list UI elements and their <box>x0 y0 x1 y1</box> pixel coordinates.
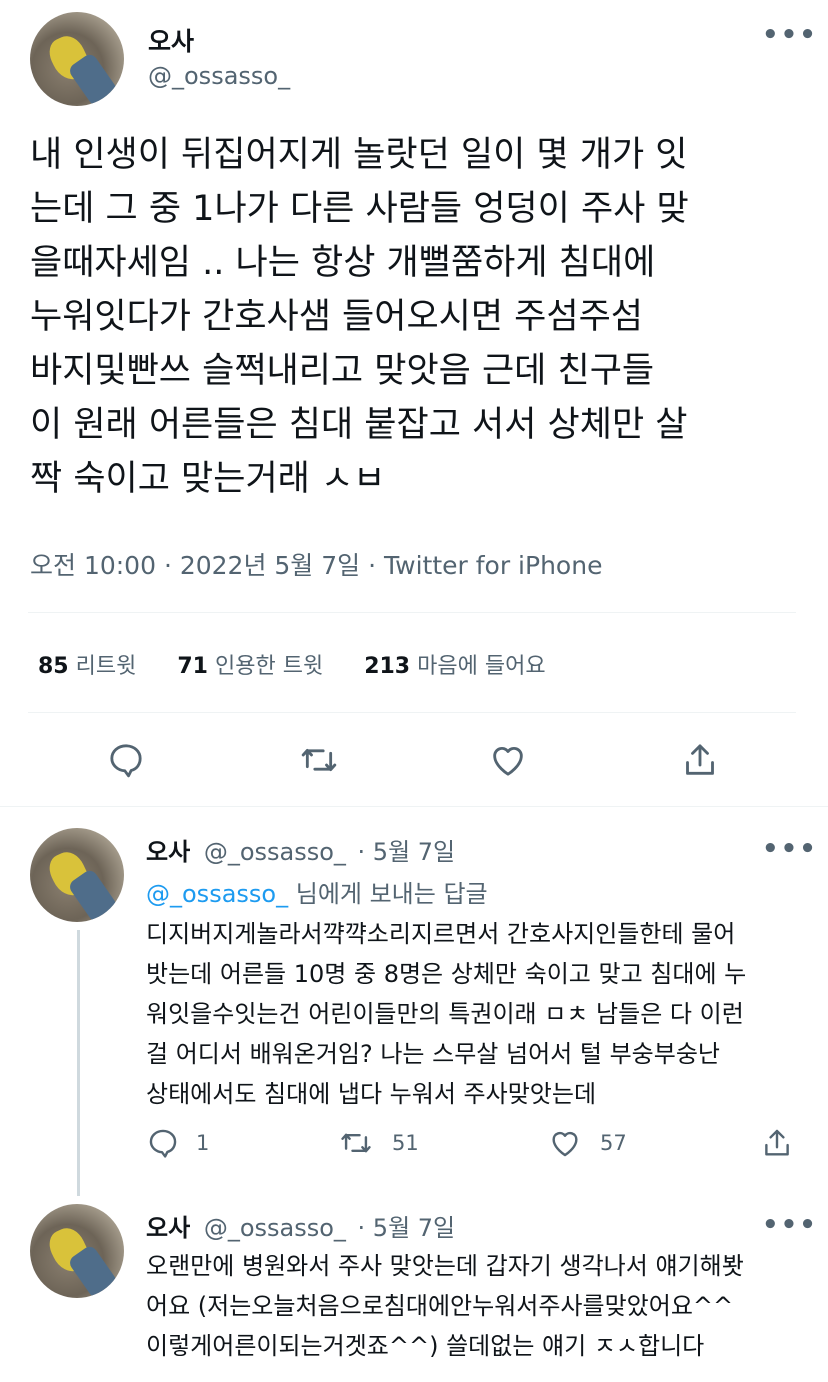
tweet-text: 내 인생이 뒤집어지게 놀랏던 일이 몇 개가 잇 는데 그 중 1나가 다른 … <box>30 128 689 506</box>
likes-count: 213 <box>364 654 411 679</box>
replying-to-handle[interactable]: @_ossasso_ <box>146 880 288 908</box>
divider <box>28 612 796 613</box>
tweet-text: 오랜만에 병원와서 주사 맞앗는데 갑자기 생각나서 얘기해봣 어요 (저는오늘… <box>146 1246 744 1366</box>
replying-to-label: 님에게 보내는 답글 <box>295 880 488 908</box>
divider <box>28 712 796 713</box>
tweet-text-line: 디지버지게놀라서꺅꺅소리지르면서 간호사지인들한테 물어 <box>146 920 736 948</box>
more-options-icon[interactable]: ••• <box>762 834 818 864</box>
like-action[interactable]: 57 <box>548 1126 627 1160</box>
tweet-text-line: 누워잇다가 간호사샘 들어오시면 주섬주섬 <box>30 297 643 337</box>
retweets-count: 85 <box>38 654 69 679</box>
tweet-text-line: 어요 (저는오늘처음으로침대에안누워서주사를맞았어요^^ <box>146 1292 734 1320</box>
more-options-icon[interactable]: ••• <box>762 20 818 50</box>
avatar[interactable] <box>30 1204 124 1298</box>
quotes-label: 인용한 트윗 <box>214 654 324 679</box>
thread-connector <box>77 930 80 1196</box>
tweet-text: 디지버지게놀라서꺅꺅소리지르면서 간호사지인들한테 물어 밧는데 어른들 10명… <box>146 914 746 1114</box>
tweet-meta[interactable]: 오전 10:00 · 2022년 5월 7일 · Twitter for iPh… <box>30 546 602 582</box>
tweet-text-line: 내 인생이 뒤집어지게 놀랏던 일이 몇 개가 잇 <box>30 135 688 175</box>
reply-count: 1 <box>196 1131 210 1155</box>
retweet-icon[interactable] <box>298 740 340 780</box>
retweets-label: 리트윗 <box>75 654 137 679</box>
reply-header: 오사 @_ossasso_ · 5월 7일 <box>146 1208 455 1243</box>
author-display-name[interactable]: 오사 <box>146 838 190 866</box>
tweet-text-line: 짝 숙이고 맞는거래 ㅅㅂ <box>30 459 386 499</box>
share-icon[interactable] <box>680 740 720 780</box>
tweet-text-line: 오랜만에 병원와서 주사 맞앗는데 갑자기 생각나서 얘기해봣 <box>146 1252 744 1280</box>
tweet-text-line: 워잇을수잇는건 어린이들만의 특권이래 ㅁㅊ 남들은 다 이런 <box>146 1000 744 1028</box>
author-display-name[interactable]: 오사 <box>148 22 194 58</box>
reply-action[interactable]: 1 <box>146 1126 209 1160</box>
reply-header: 오사 @_ossasso_ · 5월 7일 <box>146 832 455 867</box>
retweet-action[interactable]: 51 <box>338 1126 419 1160</box>
quotes-stat[interactable]: 71 인용한 트윗 <box>177 654 330 679</box>
author-handle[interactable]: @_ossasso_ <box>204 838 346 866</box>
heart-icon <box>548 1126 582 1160</box>
reply-icon <box>146 1126 180 1160</box>
likes-label: 마음에 들어요 <box>417 654 546 679</box>
tweet-text-line: 바지및빤쓰 슬쩍내리고 맞앗음 근데 친구들 <box>30 351 655 391</box>
divider <box>0 806 828 807</box>
more-options-icon[interactable]: ••• <box>762 1210 818 1240</box>
tweet-text-line: 을때자세임 .. 나는 항상 개뻘쭘하게 침대에 <box>30 243 656 283</box>
retweets-stat[interactable]: 85 리트윗 <box>38 654 143 679</box>
tweet-date[interactable]: · 5월 7일 <box>358 1214 456 1242</box>
tweet-text-line: 이 원래 어른들은 침대 붙잡고 서서 상체만 살 <box>30 405 688 445</box>
author-handle[interactable]: @_ossasso_ <box>204 1214 346 1242</box>
tweet-text-line: 는데 그 중 1나가 다른 사람들 엉덩이 주사 맞 <box>30 189 689 229</box>
author-handle[interactable]: @_ossasso_ <box>148 62 290 90</box>
avatar[interactable] <box>30 828 124 922</box>
share-icon[interactable] <box>760 1126 794 1160</box>
likes-stat[interactable]: 213 마음에 들어요 <box>364 654 545 679</box>
tweet-date[interactable]: · 5월 7일 <box>358 838 456 866</box>
avatar[interactable] <box>30 12 124 106</box>
tweet-stats: 85 리트윗 71 인용한 트윗 213 마음에 들어요 <box>38 648 546 680</box>
author-display-name[interactable]: 오사 <box>146 1214 190 1242</box>
like-count: 57 <box>600 1131 627 1155</box>
replying-to: @_ossasso_ 님에게 보내는 답글 <box>146 874 488 909</box>
tweet-text-line: 밧는데 어른들 10명 중 8명은 상체만 숙이고 맞고 침대에 누 <box>146 960 747 988</box>
tweet-text-line: 상태에서도 침대에 냅다 누워서 주사맞앗는데 <box>146 1080 597 1108</box>
reply-icon[interactable] <box>106 740 146 780</box>
tweet-text-line: 이렇게어른이되는거겟죠^^) 쓸데없는 얘기 ㅈㅅ합니다 <box>146 1332 705 1360</box>
retweet-count: 51 <box>392 1131 419 1155</box>
tweet-text-line: 걸 어디서 배워온거임? 나는 스무살 넘어서 털 부숭부숭난 <box>146 1040 720 1068</box>
like-icon[interactable] <box>488 740 528 780</box>
quotes-count: 71 <box>177 654 208 679</box>
retweet-icon <box>338 1126 374 1160</box>
